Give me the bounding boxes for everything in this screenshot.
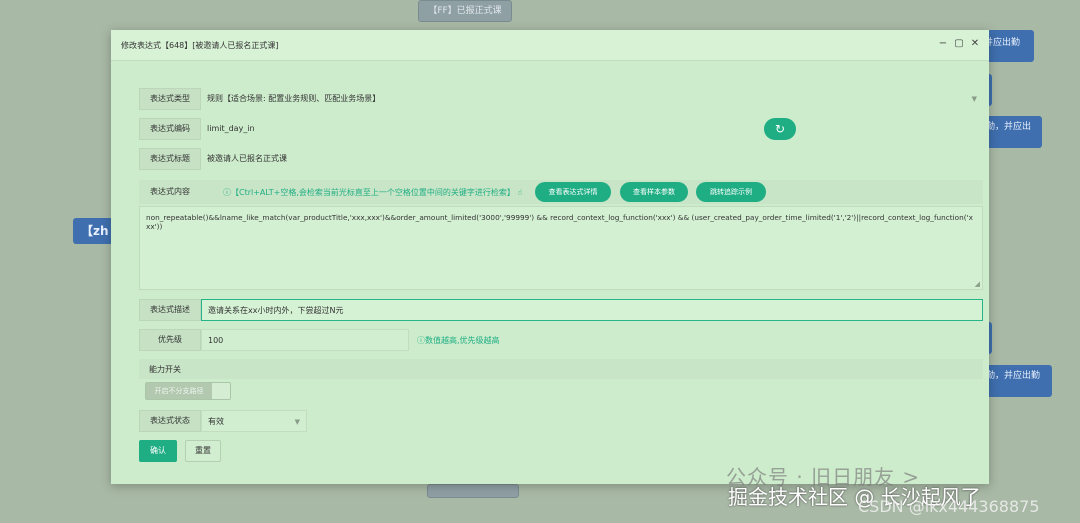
confirm-button[interactable]: 确认 (139, 440, 177, 462)
priority-row: 优先级 100 (139, 329, 439, 351)
window-controls: − ▢ ✕ (937, 38, 981, 50)
refresh-code-button[interactable]: ↻ (764, 118, 796, 140)
bg-flow-node-top: 【FF】已报正式课 (418, 0, 512, 22)
expression-code-row: 表达式编码 limit_day_in (139, 118, 983, 140)
expression-type-value: 规则【适合场景: 配置业务规则、匹配业务场景】 (207, 94, 381, 103)
branch-path-toggle[interactable]: 开启不分支路径 (145, 382, 231, 400)
toggle-label: 开启不分支路径 (146, 383, 212, 399)
content-search-hint: ⓘ【Ctrl+ALT+空格,会检索当前光标直至上一个空格位置中间的关键字进行检索… (223, 188, 523, 197)
close-icon[interactable]: ✕ (969, 38, 981, 50)
bg-flow-node-right-3: 勤，并应出 (980, 116, 1042, 148)
priority-label: 优先级 (139, 329, 201, 351)
expression-code-label: 表达式编码 (139, 118, 201, 140)
expression-content-textarea[interactable]: non_repeatable()&&lname_like_match(var_p… (139, 206, 983, 290)
ability-switch-label: 能力开关 (149, 365, 181, 374)
ability-switch-header: 能力开关 (139, 359, 983, 379)
edit-expression-dialog: 修改表达式【648】[被邀请人已报名正式课] − ▢ ✕ 表达式类型 规则【适合… (111, 30, 989, 484)
chevron-down-icon: ▼ (294, 418, 300, 426)
maximize-icon[interactable]: ▢ (953, 38, 965, 50)
expression-status-value: 有效 (208, 417, 224, 426)
expression-desc-row: 表达式描述 邀请关系在xx小时内外，下尝超过N元 (139, 299, 983, 321)
priority-input[interactable]: 100 (201, 329, 409, 351)
expression-desc-input[interactable]: 邀请关系在xx小时内外，下尝超过N元 (201, 299, 983, 321)
bg-flow-node-bottom (427, 484, 519, 498)
expression-code-input[interactable]: limit_day_in (201, 118, 757, 140)
expression-status-label: 表达式状态 (139, 410, 201, 432)
dialog-title: 修改表达式【648】[被邀请人已报名正式课] (121, 41, 279, 50)
priority-hint: ⓘ数值越高,优先级越高 (417, 336, 500, 345)
expression-type-row: 表达式类型 规则【适合场景: 配置业务规则、匹配业务场景】 ▼ (139, 88, 983, 110)
reset-button[interactable]: 重置 (185, 440, 221, 462)
expression-status-row: 表达式状态 有效 ▼ (139, 410, 309, 432)
expression-type-select[interactable]: 规则【适合场景: 配置业务规则、匹配业务场景】 ▼ (201, 88, 983, 110)
expression-desc-label: 表达式描述 (139, 299, 201, 321)
watermark-csdn: CSDN @lkx444368875 (858, 497, 1040, 516)
expression-title-label: 表达式标题 (139, 148, 201, 170)
expression-status-select[interactable]: 有效 ▼ (201, 410, 307, 432)
expression-title-input[interactable]: 被邀请人已报名正式课 (201, 148, 501, 170)
bg-flow-node-right-5: 勤，并应出勤 (980, 365, 1052, 397)
expression-content-header: 表达式内容 ⓘ【Ctrl+ALT+空格,会检索当前光标直至上一个空格位置中间的关… (139, 180, 983, 204)
jump-trace-button[interactable]: 跳转追踪示例 (696, 182, 766, 202)
expression-title-row: 表达式标题 被邀请人已报名正式课 (139, 148, 983, 170)
view-sample-button[interactable]: 查看样本参数 (620, 182, 688, 202)
expression-content-text: non_repeatable()&&lname_like_match(var_p… (146, 213, 973, 231)
expression-type-label: 表达式类型 (139, 88, 201, 110)
chevron-down-icon: ▼ (971, 95, 977, 103)
minimize-icon[interactable]: − (937, 38, 949, 50)
refresh-icon: ↻ (774, 122, 786, 136)
resize-handle-icon[interactable]: ◢ (975, 280, 980, 288)
view-detail-button[interactable]: 查看表达式详情 (535, 182, 611, 202)
dialog-header: 修改表达式【648】[被邀请人已报名正式课] − ▢ ✕ (111, 30, 989, 61)
expression-content-label: 表达式内容 (150, 187, 190, 196)
